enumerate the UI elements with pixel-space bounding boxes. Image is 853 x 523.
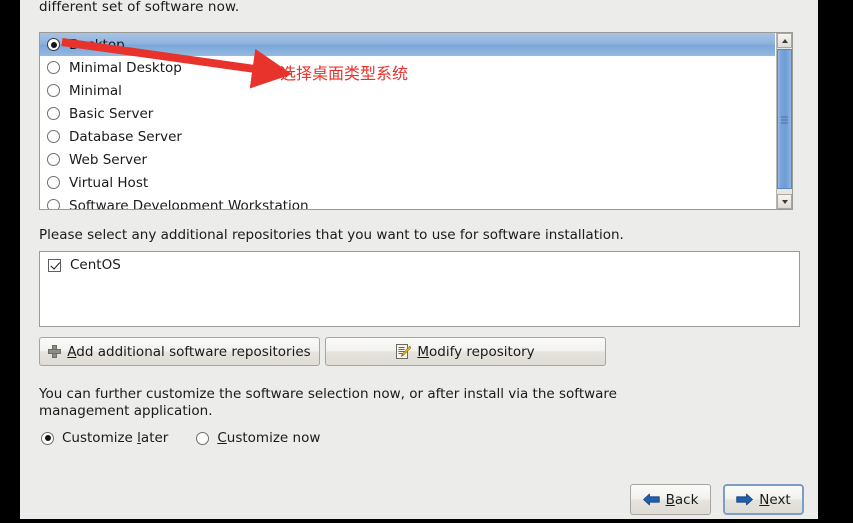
back-button-label: Back <box>666 492 699 508</box>
radio-icon-minimal[interactable] <box>47 84 60 97</box>
edit-document-icon <box>396 344 412 359</box>
list-item-label: Minimal Desktop <box>69 59 182 76</box>
list-item-minimal[interactable]: Minimal <box>40 79 775 102</box>
radio-icon-web-server[interactable] <box>47 153 60 166</box>
radio-icon-desktop[interactable] <box>47 38 60 51</box>
radio-icon-basic-server[interactable] <box>47 107 60 120</box>
list-item-desktop[interactable]: Desktop <box>40 33 775 56</box>
list-item-label: Basic Server <box>69 105 154 122</box>
customize-now-accel: C <box>217 430 227 446</box>
screen-root: different set of software now. Desktop M… <box>0 0 853 519</box>
list-item-virtual-host[interactable]: Virtual Host <box>40 171 775 194</box>
list-item-software-development-workstation[interactable]: Software Development Workstation <box>40 194 775 209</box>
arrow-left-icon <box>642 493 660 506</box>
scroll-down-button[interactable] <box>777 194 792 209</box>
list-item-basic-server[interactable]: Basic Server <box>40 102 775 125</box>
customize-now-label: Customize now <box>217 430 320 446</box>
scrollbar-thumb[interactable] <box>777 49 792 189</box>
radio-icon-customize-now[interactable] <box>196 431 210 445</box>
list-item-database-server[interactable]: Database Server <box>40 125 775 148</box>
modify-repo-accel: M <box>417 343 429 360</box>
customize-later-pre: Customize <box>62 430 138 446</box>
installer-page: different set of software now. Desktop M… <box>20 0 818 519</box>
add-repo-accel: A <box>67 343 77 360</box>
next-button-label: Next <box>759 492 790 508</box>
modify-repo-rest: odify repository <box>429 343 535 360</box>
scroll-up-button[interactable] <box>777 33 792 48</box>
software-group-list[interactable]: Desktop Minimal Desktop Minimal Basic Se… <box>40 33 775 209</box>
radio-icon-virtual-host[interactable] <box>47 176 60 189</box>
list-item-minimal-desktop[interactable]: Minimal Desktop <box>40 56 775 79</box>
next-button[interactable]: Next <box>723 484 804 515</box>
back-post: ack <box>674 491 699 508</box>
radio-icon-database-server[interactable] <box>47 130 60 143</box>
grip-icon <box>781 116 788 124</box>
list-item-label: Database Server <box>69 128 182 145</box>
plus-icon <box>48 345 62 358</box>
back-accel: B <box>665 491 675 508</box>
list-item-label: Virtual Host <box>69 174 149 191</box>
customize-later-label: Customize later <box>62 430 168 446</box>
chevron-down-icon <box>781 199 788 204</box>
customize-later-post: ater <box>140 430 169 446</box>
radio-icon-customize-later[interactable] <box>41 431 54 445</box>
repo-list-item[interactable]: CentOS <box>40 252 799 273</box>
radio-option-customize-later[interactable]: Customize later <box>41 430 168 446</box>
back-button[interactable]: Back <box>630 484 711 515</box>
checkbox-icon-centos[interactable] <box>48 258 61 272</box>
list-vertical-scrollbar[interactable] <box>776 33 792 209</box>
next-post: ext <box>769 491 791 508</box>
add-additional-software-repositories-button[interactable]: Add additional software repositories <box>39 337 320 366</box>
chevron-up-icon <box>781 38 788 43</box>
arrow-right-icon <box>736 493 754 506</box>
next-accel: N <box>759 491 770 508</box>
software-group-listbox[interactable]: Desktop Minimal Desktop Minimal Basic Se… <box>39 32 793 210</box>
modify-repository-button[interactable]: Modify repository <box>325 337 606 366</box>
customize-options-group: Customize later Customize now <box>41 430 348 446</box>
repositories-listbox[interactable]: CentOS <box>39 251 800 327</box>
add-repo-button-label: Add additional software repositories <box>67 344 310 360</box>
add-repo-rest: dd additional software repositories <box>76 343 311 360</box>
repo-list-item-label: CentOS <box>70 257 121 273</box>
radio-option-customize-now[interactable]: Customize now <box>196 430 320 446</box>
repositories-prompt: Please select any additional repositorie… <box>39 227 624 243</box>
list-item-label: Software Development Workstation <box>69 197 309 210</box>
list-item-web-server[interactable]: Web Server <box>40 148 775 171</box>
customize-description: You can further customize the software s… <box>39 386 617 419</box>
modify-repo-button-label: Modify repository <box>417 344 534 360</box>
list-item-label: Web Server <box>69 151 147 168</box>
list-item-label: Desktop <box>69 36 125 53</box>
list-item-label: Minimal <box>69 82 122 99</box>
customize-now-post: ustomize now <box>226 430 321 446</box>
radio-icon-software-development-workstation[interactable] <box>47 199 60 209</box>
intro-text: different set of software now. <box>39 0 240 15</box>
radio-icon-minimal-desktop[interactable] <box>47 61 60 74</box>
